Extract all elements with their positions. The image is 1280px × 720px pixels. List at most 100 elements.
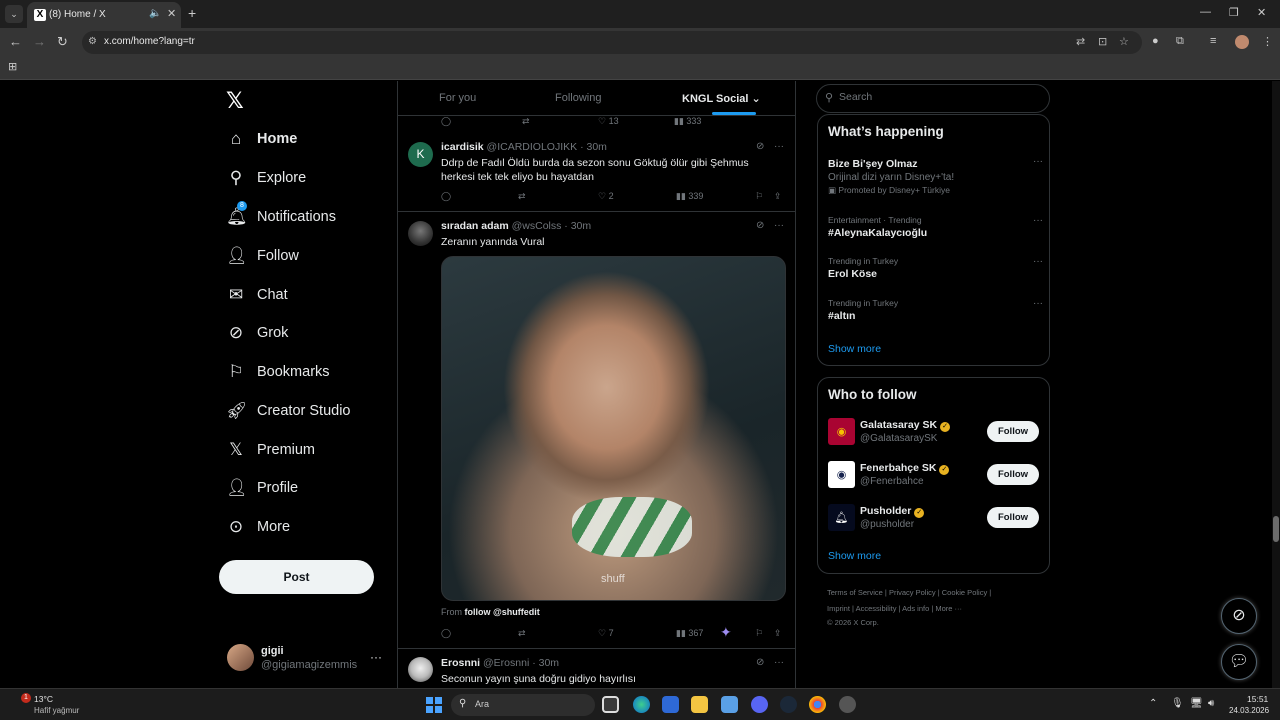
tab-kngl-social[interactable]: KNGL Social ⌄: [682, 92, 761, 105]
grok-icon[interactable]: ⊘: [756, 141, 764, 152]
chat-floating-icon[interactable]: 💬︎: [1221, 644, 1257, 680]
nav-more[interactable]: ⊙ More: [226, 512, 290, 542]
like-count[interactable]: ♡ 13: [598, 116, 619, 127]
edge-icon[interactable]: [633, 696, 650, 713]
follow-suggestion[interactable]: 🔔︎ Pusholder ✓ @pusholder Follow: [828, 504, 1040, 534]
more-icon[interactable]: ···: [1033, 298, 1043, 309]
minimize-icon[interactable]: —: [1200, 6, 1211, 18]
bookmark-star-icon[interactable]: ☆: [1119, 35, 1129, 48]
clock-date[interactable]: 24.03.2026: [1229, 706, 1269, 715]
tray-overflow-icon[interactable]: ⌃: [1149, 698, 1157, 709]
address-bar[interactable]: ⚙ x.com/home?lang=tr ⇄ ⊡ ☆: [82, 31, 1142, 54]
more-icon[interactable]: ···: [1033, 215, 1043, 226]
reply-icon[interactable]: ◯: [441, 628, 451, 639]
windows-start-icon[interactable]: [426, 697, 442, 713]
nav-creator-studio[interactable]: 🚀︎ Creator Studio: [226, 396, 351, 426]
weather-temperature[interactable]: 13°C: [34, 694, 53, 704]
tab-search-chevron-icon[interactable]: ⌄: [5, 5, 23, 23]
settings-gear-icon[interactable]: [721, 696, 738, 713]
restore-icon[interactable]: ❐: [1229, 6, 1239, 19]
microphone-icon[interactable]: 🎙︎: [1171, 698, 1184, 709]
network-icon[interactable]: 🖥︎: [1190, 698, 1203, 709]
nav-explore[interactable]: ⚲ Explore: [226, 163, 306, 193]
forward-icon[interactable]: →: [33, 34, 46, 49]
clock-time[interactable]: 15:51: [1247, 694, 1268, 704]
follow-button[interactable]: Follow: [987, 421, 1039, 442]
like-button[interactable]: ♡ 7: [598, 628, 614, 639]
tab-audio-icon[interactable]: 🔈: [149, 8, 161, 19]
discord-icon[interactable]: [751, 696, 768, 713]
more-icon[interactable]: ···: [774, 220, 784, 231]
like-button[interactable]: ♡ 2: [598, 191, 614, 202]
footer-links-row-1[interactable]: Terms of Service | Privacy Policy | Cook…: [827, 588, 991, 597]
views-button[interactable]: ▮▮ 339: [676, 191, 703, 202]
follow-show-more-link[interactable]: Show more: [828, 550, 881, 562]
trend-item[interactable]: Trending in Turkey Erol Köse ···: [828, 256, 1043, 280]
tweet[interactable]: sıradan adam @wsColss · 30m ⊘ ··· Zeranı…: [398, 212, 795, 649]
nav-follow[interactable]: 👤︎ Follow: [226, 241, 299, 271]
nav-home[interactable]: ⌂ Home: [226, 124, 297, 154]
reply-icon[interactable]: ◯: [441, 191, 451, 202]
tweet-time[interactable]: 30m: [539, 657, 559, 669]
nav-notifications[interactable]: 🔔︎ 8 Notifications: [226, 201, 336, 232]
page-scrollbar[interactable]: [1272, 81, 1280, 688]
scrollbar-thumb[interactable]: [1273, 516, 1279, 542]
nav-grok[interactable]: ⊘ Grok: [226, 318, 289, 348]
account-more-icon[interactable]: ···: [370, 650, 382, 664]
nav-bookmarks[interactable]: ⚐ Bookmarks: [226, 357, 329, 387]
extensions-puzzle-icon[interactable]: ⧉: [1176, 35, 1184, 48]
share-icon[interactable]: ⇪: [774, 191, 782, 202]
bookmark-icon[interactable]: ⚐: [755, 191, 763, 202]
more-icon[interactable]: ···: [1033, 156, 1043, 167]
tweet[interactable]: K icardisik @ICARDIOLOJIKK · 30m ⊘ ··· D…: [398, 132, 795, 212]
grok-icon[interactable]: ⊘: [756, 657, 764, 668]
tweet[interactable]: Erosnni @Erosnni · 30m ⊘ ··· Seconun yay…: [398, 649, 795, 688]
tweet-avatar[interactable]: K: [408, 142, 433, 167]
nav-profile[interactable]: 👤︎ Profile: [226, 473, 298, 503]
views-button[interactable]: ▮▮ 367: [676, 628, 703, 639]
tweet-author-name[interactable]: Erosnni: [441, 657, 480, 669]
extension-cookie-icon[interactable]: ●: [1152, 35, 1159, 47]
browser-tab[interactable]: X (8) Home / X 🔈 ✕: [27, 2, 181, 28]
view-count[interactable]: ▮▮ 333: [674, 116, 701, 127]
search-input[interactable]: [839, 91, 1039, 103]
x-logo-icon[interactable]: 𝕏: [226, 88, 244, 114]
new-tab-icon[interactable]: +: [188, 5, 196, 21]
tweet-author-name[interactable]: icardisik: [441, 141, 484, 153]
trends-show-more-link[interactable]: Show more: [828, 343, 881, 355]
trend-item[interactable]: Entertainment · Trending #AleynaKalaycıo…: [828, 215, 1043, 239]
reload-icon[interactable]: ↻: [57, 34, 68, 50]
nav-premium[interactable]: 𝕏 Premium: [226, 435, 315, 465]
grok-icon[interactable]: ⊘: [756, 220, 764, 231]
file-explorer-icon[interactable]: [691, 696, 708, 713]
repost-icon[interactable]: ⇄: [522, 116, 530, 127]
post-button[interactable]: Post: [219, 560, 374, 594]
site-info-icon[interactable]: ⚙: [88, 36, 97, 47]
url-text[interactable]: x.com/home?lang=tr: [104, 36, 195, 47]
tweet-time[interactable]: 30m: [571, 220, 591, 232]
account-name[interactable]: gigii: [261, 645, 284, 657]
tweet-avatar[interactable]: [408, 221, 433, 246]
chrome-icon[interactable]: [809, 696, 826, 713]
bookmark-icon[interactable]: ⚐: [755, 628, 763, 639]
browser-profile-avatar[interactable]: [1235, 35, 1249, 49]
task-view-icon[interactable]: [602, 696, 619, 713]
tweet-video[interactable]: shuff: [441, 256, 786, 601]
more-icon[interactable]: ···: [774, 657, 784, 668]
app-icon[interactable]: [839, 696, 856, 713]
taskbar-search[interactable]: ⚲ Ara: [451, 694, 595, 716]
tab-close-icon[interactable]: ✕: [167, 7, 176, 20]
reply-icon[interactable]: ◯: [441, 116, 451, 127]
install-app-icon[interactable]: ⊡: [1098, 35, 1107, 48]
more-icon[interactable]: ···: [1033, 256, 1043, 267]
back-icon[interactable]: ←: [9, 34, 22, 49]
follow-button[interactable]: Follow: [987, 507, 1039, 528]
tweet-time[interactable]: 30m: [586, 141, 606, 153]
follow-suggestion[interactable]: ◉ Fenerbahçe SK ✓ @Fenerbahce Follow: [828, 461, 1040, 491]
trend-item[interactable]: Trending in Turkey #altın ···: [828, 298, 1043, 322]
follow-button[interactable]: Follow: [987, 464, 1039, 485]
more-icon[interactable]: ···: [774, 141, 784, 152]
follow-suggestion[interactable]: ◉ Galatasaray SK ✓ @GalatasaraySK Follow: [828, 418, 1040, 448]
trend-item[interactable]: Bize Bi'şey Olmaz Orijinal dizi yarın Di…: [828, 156, 1043, 196]
repost-icon[interactable]: ⇄: [518, 191, 526, 202]
